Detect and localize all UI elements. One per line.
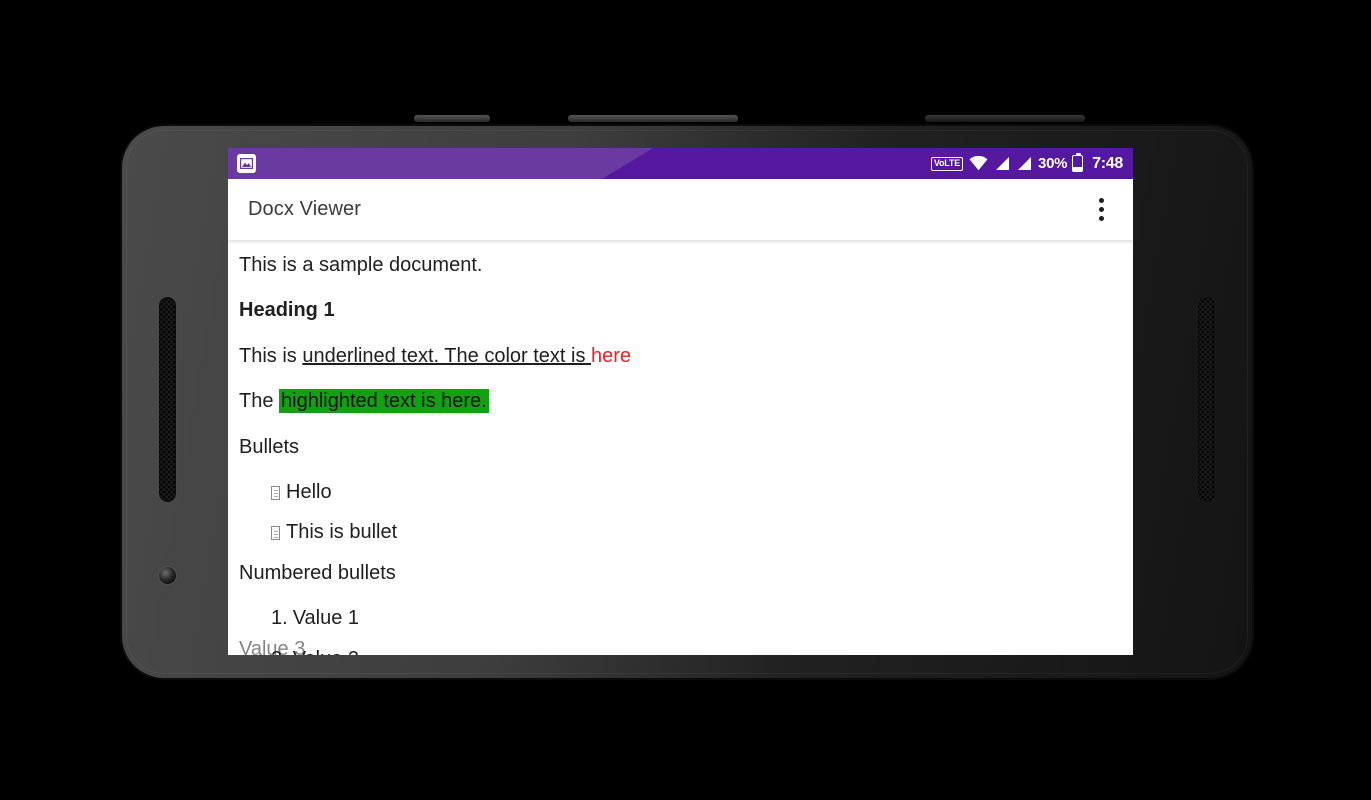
phone-screen: VoLTE 30% 7:48 Docx Viewer This is a sam… [228, 148, 1133, 655]
table-row: 1. Value 1 [271, 606, 1121, 630]
signal-bars-icon-2 [1016, 156, 1032, 171]
front-camera-lens [159, 567, 176, 584]
status-bar-clock: 7:48 [1092, 154, 1123, 172]
document-heading-1: Heading 1 [239, 299, 335, 322]
status-bar-left [228, 154, 256, 173]
document-paragraph-intro: This is a sample document. [239, 254, 483, 276]
device-top-speaker-strip-3 [925, 115, 1085, 122]
more-vert-icon[interactable] [1083, 188, 1119, 232]
app-bar: Docx Viewer [228, 179, 1133, 240]
speaker-grille-right [1198, 297, 1215, 502]
device-top-speaker-strip-1 [414, 115, 490, 122]
list-item: This is bullet [271, 520, 1121, 544]
list-number-marker: 1. [271, 607, 288, 630]
bullet-marker-icon [271, 526, 280, 541]
list-item-label: This is bullet [286, 521, 398, 544]
document-content[interactable]: This is a sample document. Heading 1 Thi… [228, 240, 1133, 655]
status-bar: VoLTE 30% 7:48 [228, 148, 1133, 179]
styled-line-prefix: This is [239, 344, 303, 367]
list-item: Hello [271, 480, 1121, 504]
list-item-label: Hello [286, 480, 332, 503]
table-row: 2.Value 2 [271, 647, 1121, 655]
volte-icon: VoLTE [930, 156, 964, 171]
device-top-speaker-strip-2 [568, 115, 738, 122]
battery-percent-label: 30% [1038, 155, 1068, 172]
wifi-icon [969, 156, 988, 171]
clipped-content-text: Value 3 [239, 638, 306, 655]
screenshot-stage: VoLTE 30% 7:48 Docx Viewer This is a sam… [0, 0, 1371, 800]
highlight-line-prefix: The [239, 390, 280, 413]
speaker-grille-left [159, 297, 176, 502]
highlight-line-highlighted: highlighted text is here. [279, 389, 489, 414]
list-item-label: Value 1 [292, 607, 360, 630]
document-styled-line: This is underlined text. The color text … [239, 344, 1121, 368]
signal-bars-icon [994, 156, 1010, 171]
status-bar-right: VoLTE 30% 7:48 [930, 152, 1133, 173]
status-bar-gradient-overlay [228, 148, 653, 179]
battery-icon [1072, 152, 1084, 172]
bullet-marker-icon [271, 485, 280, 500]
app-bar-title: Docx Viewer [248, 198, 361, 220]
styled-line-underlined: underlined text. The color text is [302, 344, 592, 367]
document-bullets-label: Bullets [239, 435, 300, 458]
styled-line-colored: here [591, 344, 632, 367]
document-highlight-line: The highlighted text is here. [239, 389, 1121, 414]
image-icon [237, 154, 256, 173]
document-numbered-label: Numbered bullets [239, 561, 396, 584]
